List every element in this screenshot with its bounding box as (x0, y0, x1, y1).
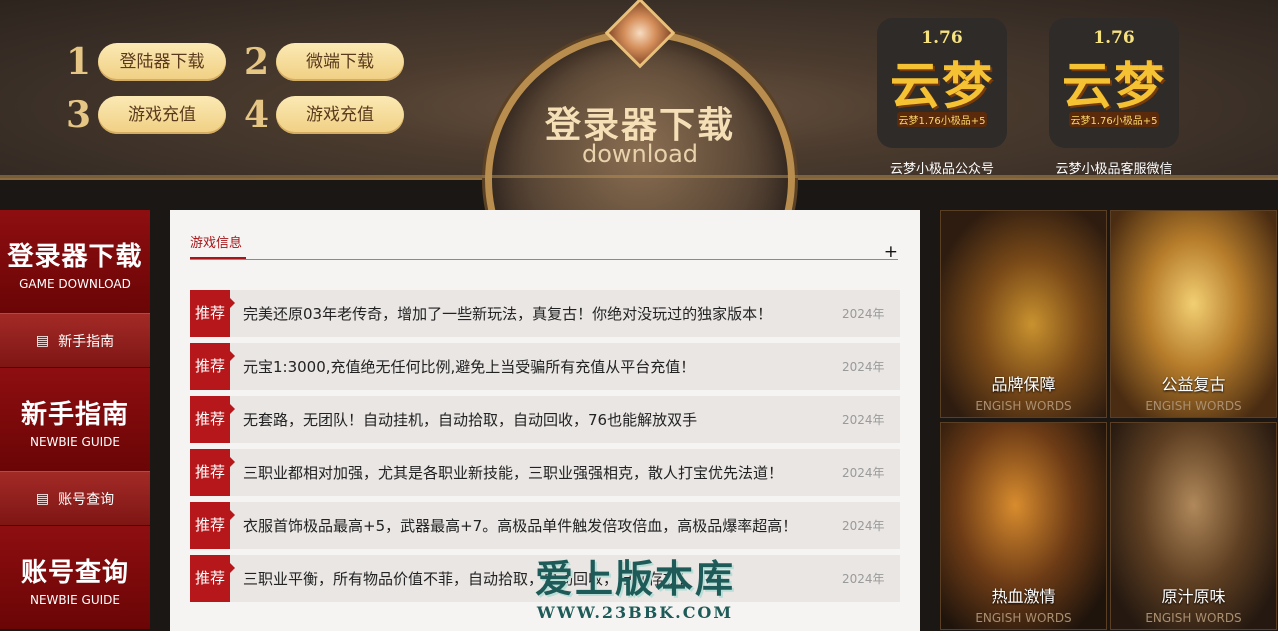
qrcode-tagline: 云梦1.76小极品+5 (897, 112, 987, 127)
news-year: 2024年 (842, 519, 885, 533)
tile-label: 公益复古 (1161, 375, 1226, 394)
document-icon: ▤ (35, 490, 50, 507)
qrcode-logo-text: 云梦 (1062, 56, 1166, 115)
quick-links: 1 登陆器下载 2 微端下载 3 游戏充值 4 游戏充值 (66, 40, 422, 146)
news-row[interactable]: 推荐 完美还原03年老传奇，增加了一些新玩法，真复古！你绝对没玩过的独家版本！ … (190, 290, 900, 337)
news-row[interactable]: 推荐 衣服首饰极品最高+5，武器最高+7。高极品单件触发倍攻倍血，高极品爆率超高… (190, 502, 900, 549)
tab-game-info[interactable]: 游戏信息 (190, 232, 246, 259)
document-icon: ▤ (35, 332, 50, 349)
quick-links-row: 1 登陆器下载 2 微端下载 (66, 40, 422, 84)
news-year: 2024年 (842, 466, 885, 480)
nav-title: 账号查询 (20, 558, 129, 588)
tile-label: 品牌保障 (991, 375, 1056, 394)
tile-label: 热血激情 (991, 587, 1056, 606)
header-banner: 1 登陆器下载 2 微端下载 3 游戏充值 4 游戏充值 登录器下载 downl… (0, 0, 1278, 330)
news-year: 2024年 (842, 307, 885, 321)
news-row[interactable]: 推荐 三职业都相对加强，尤其是各职业新技能，三职业强强相克，散人打宝优先法道！ … (190, 449, 900, 496)
nav-account-query[interactable]: 账号查询 NEWBIE GUIDE (0, 526, 150, 629)
news-year: 2024年 (842, 413, 885, 427)
news-year: 2024年 (842, 360, 885, 374)
nav-item-account-query[interactable]: ▤ 账号查询 (0, 471, 150, 526)
news-title[interactable]: 完美还原03年老传奇，增加了一些新玩法，真复古！你绝对没玩过的独家版本！ (243, 303, 842, 324)
news-title[interactable]: 无套路，无团队！自动挂机，自动拾取，自动回收，76也能解放双手 (243, 409, 842, 430)
divider (190, 259, 898, 260)
microclient-download-button[interactable]: 微端下载 (276, 43, 404, 81)
recommend-badge: 推荐 (190, 502, 235, 549)
page: 1 登陆器下载 2 微端下载 3 游戏充值 4 游戏充值 登录器下载 downl… (0, 0, 1278, 631)
recommend-badge: 推荐 (190, 396, 235, 443)
gallery-tile-original[interactable]: 原汁原味 ENGISH WORDS (1110, 422, 1277, 630)
gallery-tile-brand[interactable]: 品牌保障 ENGISH WORDS (940, 210, 1107, 418)
news-title[interactable]: 三职业都相对加强，尤其是各职业新技能，三职业强强相克，散人打宝优先法道！ (243, 462, 842, 483)
gallery-tile-retro[interactable]: 公益复古 ENGISH WORDS (1110, 210, 1277, 418)
recommend-badge: 推荐 (190, 555, 235, 602)
launcher-download-button[interactable]: 登陆器下载 (98, 43, 226, 81)
tile-label: 原汁原味 (1161, 587, 1226, 606)
left-nav: 登录器下载 GAME DOWNLOAD ▤ 新手指南 新手指南 NEWBIE G… (0, 210, 150, 631)
qrcode-version: 1.76 (1093, 28, 1135, 48)
news-title[interactable]: 衣服首饰极品最高+5，武器最高+7。高极品单件触发倍攻倍血，高极品爆率超高！ (243, 515, 842, 536)
tile-sublabel: ENGISH WORDS (975, 399, 1072, 413)
nav-item-label: 新手指南 (58, 333, 115, 350)
nav-title: 登录器下载 (7, 242, 143, 272)
nav-game-download[interactable]: 登录器下载 GAME DOWNLOAD (0, 210, 150, 313)
quick-link-number: 3 (66, 94, 92, 136)
qrcode-service-wechat: 1.76 云梦 云梦1.76小极品+5 (1049, 18, 1179, 148)
nav-item-newbie-guide[interactable]: ▤ 新手指南 (0, 313, 150, 368)
qrcode-version: 1.76 (921, 28, 963, 48)
recharge-button-2[interactable]: 游戏充值 (276, 96, 404, 134)
qrcode-official-account: 1.76 云梦 云梦1.76小极品+5 (877, 18, 1007, 148)
news-row[interactable]: 推荐 元宝1:3000,充值绝无任何比例,避免上当受骗所有充值从平台充值！ 20… (190, 343, 900, 390)
qrcode-tagline: 云梦1.76小极品+5 (1069, 112, 1159, 127)
tile-sublabel: ENGISH WORDS (975, 611, 1072, 625)
news-row[interactable]: 推荐 无套路，无团队！自动挂机，自动拾取，自动回收，76也能解放双手 2024年 (190, 396, 900, 443)
news-title[interactable]: 三职业平衡，所有物品价值不菲，自动拾取，自动回收，自动存放！ (243, 568, 842, 589)
emblem-subtitle: download (581, 140, 699, 168)
qrcode-logo-text: 云梦 (890, 56, 994, 115)
quick-link-number: 2 (244, 41, 270, 83)
news-panel: 游戏信息 + 推荐 完美还原03年老传奇，增加了一些新玩法，真复古！你绝对没玩过… (170, 210, 920, 631)
recharge-button[interactable]: 游戏充值 (98, 96, 226, 134)
news-row[interactable]: 推荐 三职业平衡，所有物品价值不菲，自动拾取，自动回收，自动存放！ 2024年 (190, 555, 900, 602)
news-title[interactable]: 元宝1:3000,充值绝无任何比例,避免上当受骗所有充值从平台充值！ (243, 356, 842, 377)
nav-item-label: 账号查询 (58, 491, 115, 508)
qrcode-caption: 云梦小极品客服微信 (1055, 162, 1173, 177)
quick-link-number: 1 (66, 41, 92, 83)
nav-subtitle: GAME DOWNLOAD (19, 277, 131, 291)
news-list: 推荐 完美还原03年老传奇，增加了一些新玩法，真复古！你绝对没玩过的独家版本！ … (190, 290, 900, 608)
nav-title: 新手指南 (20, 400, 129, 430)
tile-sublabel: ENGISH WORDS (1145, 399, 1242, 413)
quick-link-number: 4 (244, 94, 270, 136)
nav-newbie-guide[interactable]: 新手指南 NEWBIE GUIDE (0, 368, 150, 471)
recommend-badge: 推荐 (190, 290, 235, 337)
recommend-badge: 推荐 (190, 343, 235, 390)
recommend-badge: 推荐 (190, 449, 235, 496)
nav-subtitle: NEWBIE GUIDE (29, 593, 121, 607)
qrcode-caption: 云梦小极品公众号 (889, 162, 994, 177)
gallery-tile-passion[interactable]: 热血激情 ENGISH WORDS (940, 422, 1107, 630)
quick-links-row: 3 游戏充值 4 游戏充值 (66, 93, 422, 137)
tile-sublabel: ENGISH WORDS (1145, 611, 1242, 625)
feature-gallery: 品牌保障 ENGISH WORDS 公益复古 ENGISH WORDS 热血激情… (940, 210, 1278, 631)
news-year: 2024年 (842, 572, 885, 586)
nav-subtitle: NEWBIE GUIDE (29, 435, 121, 449)
